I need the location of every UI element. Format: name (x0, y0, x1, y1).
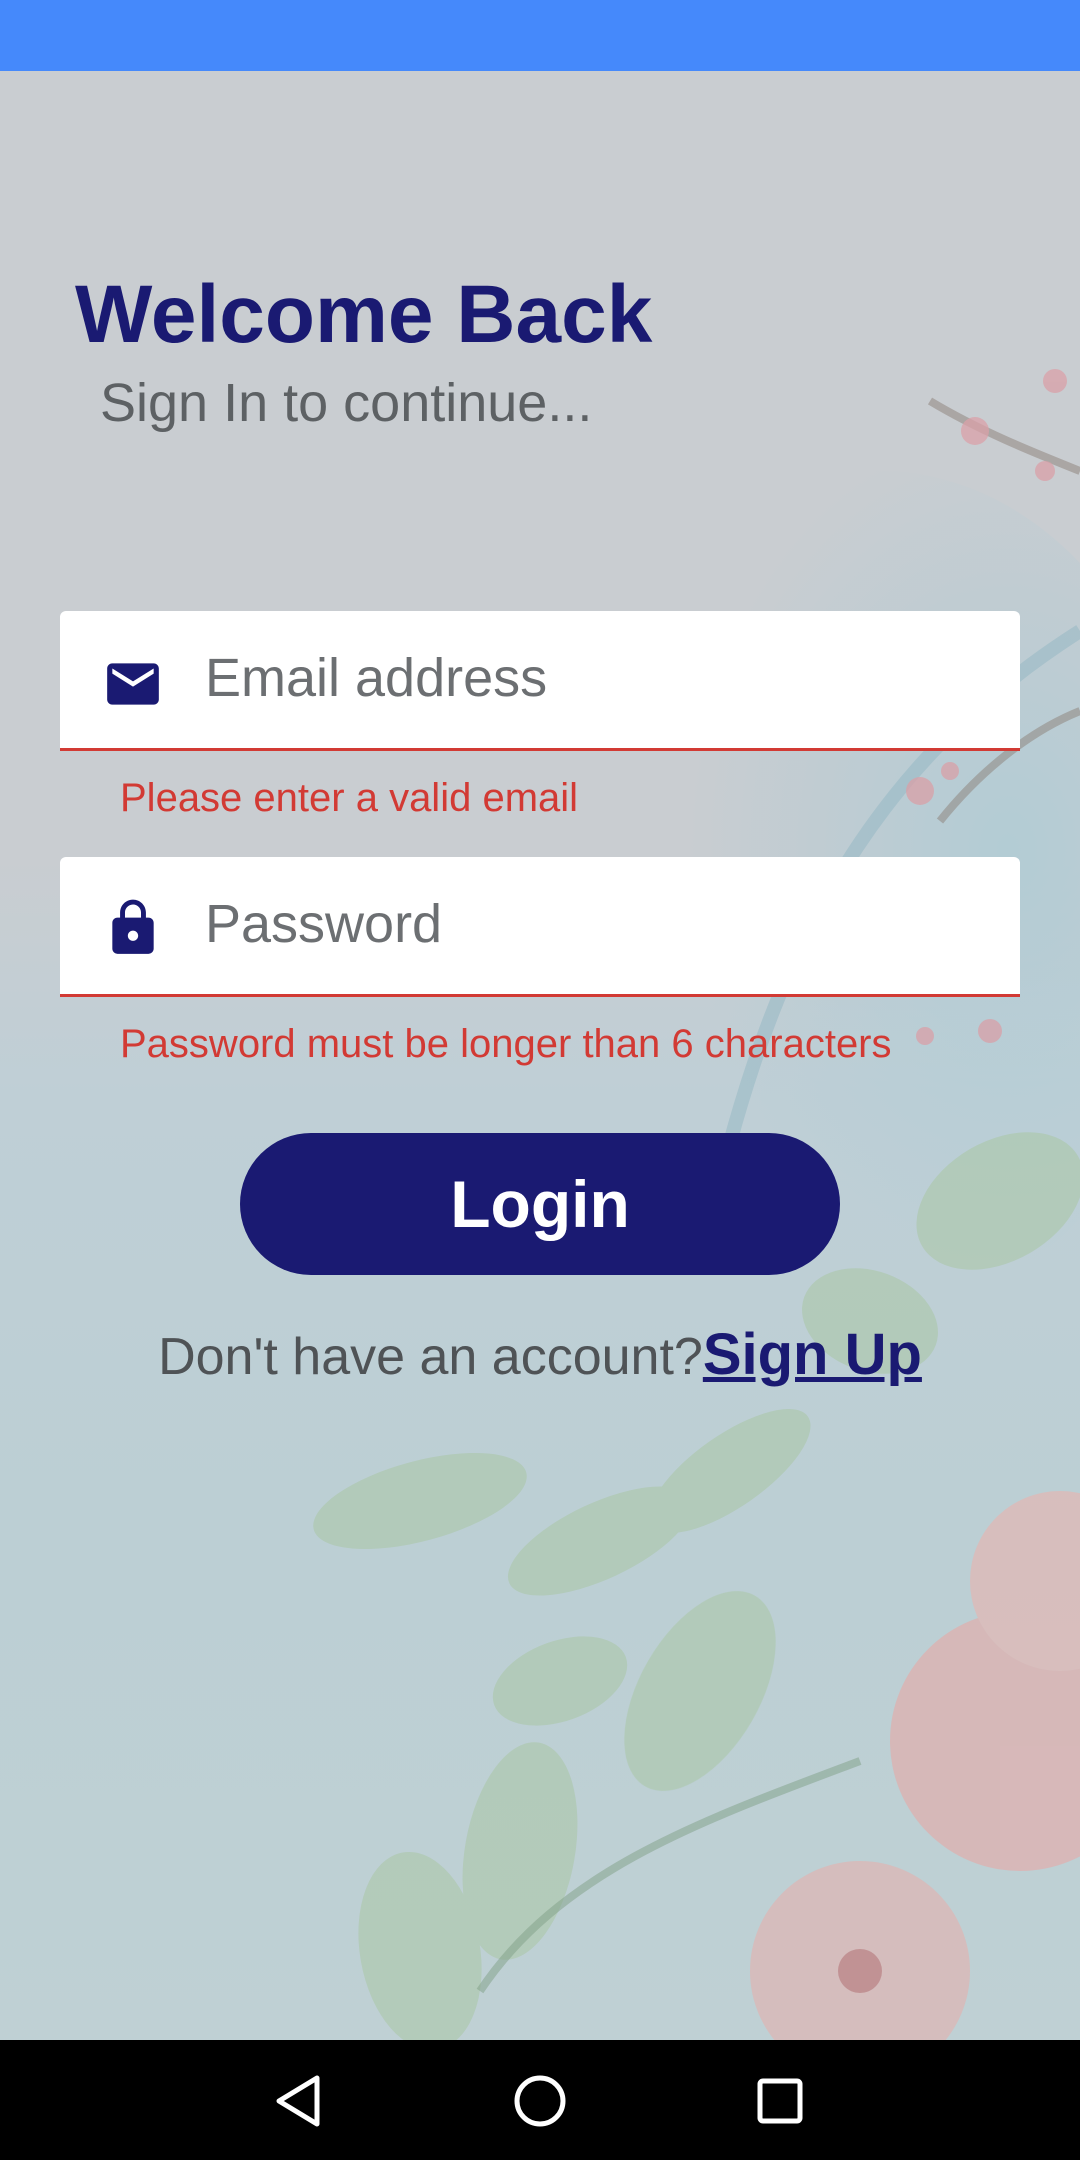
email-input[interactable] (205, 633, 985, 723)
login-button[interactable]: Login (240, 1133, 840, 1275)
home-icon[interactable] (505, 2066, 575, 2136)
lock-icon (112, 899, 154, 954)
password-error: Password must be longer than 6 character… (120, 1022, 892, 1066)
mail-icon (107, 663, 159, 705)
status-bar (0, 0, 1080, 71)
signup-row: Don't have an account?Sign Up (0, 1321, 1080, 1388)
back-icon[interactable] (265, 2066, 335, 2136)
page-title: Welcome Back (75, 269, 653, 360)
signup-prompt: Don't have an account? (158, 1328, 703, 1386)
email-field[interactable] (60, 611, 1020, 751)
password-field[interactable] (60, 857, 1020, 997)
email-error: Please enter a valid email (120, 776, 579, 820)
signup-link[interactable]: Sign Up (703, 1322, 922, 1387)
login-screen: Welcome Back Sign In to continue... Plea… (0, 71, 1080, 2040)
page-subtitle: Sign In to continue... (100, 373, 593, 433)
recents-icon[interactable] (745, 2066, 815, 2136)
password-input[interactable] (205, 879, 985, 969)
navigation-bar (0, 2040, 1080, 2160)
